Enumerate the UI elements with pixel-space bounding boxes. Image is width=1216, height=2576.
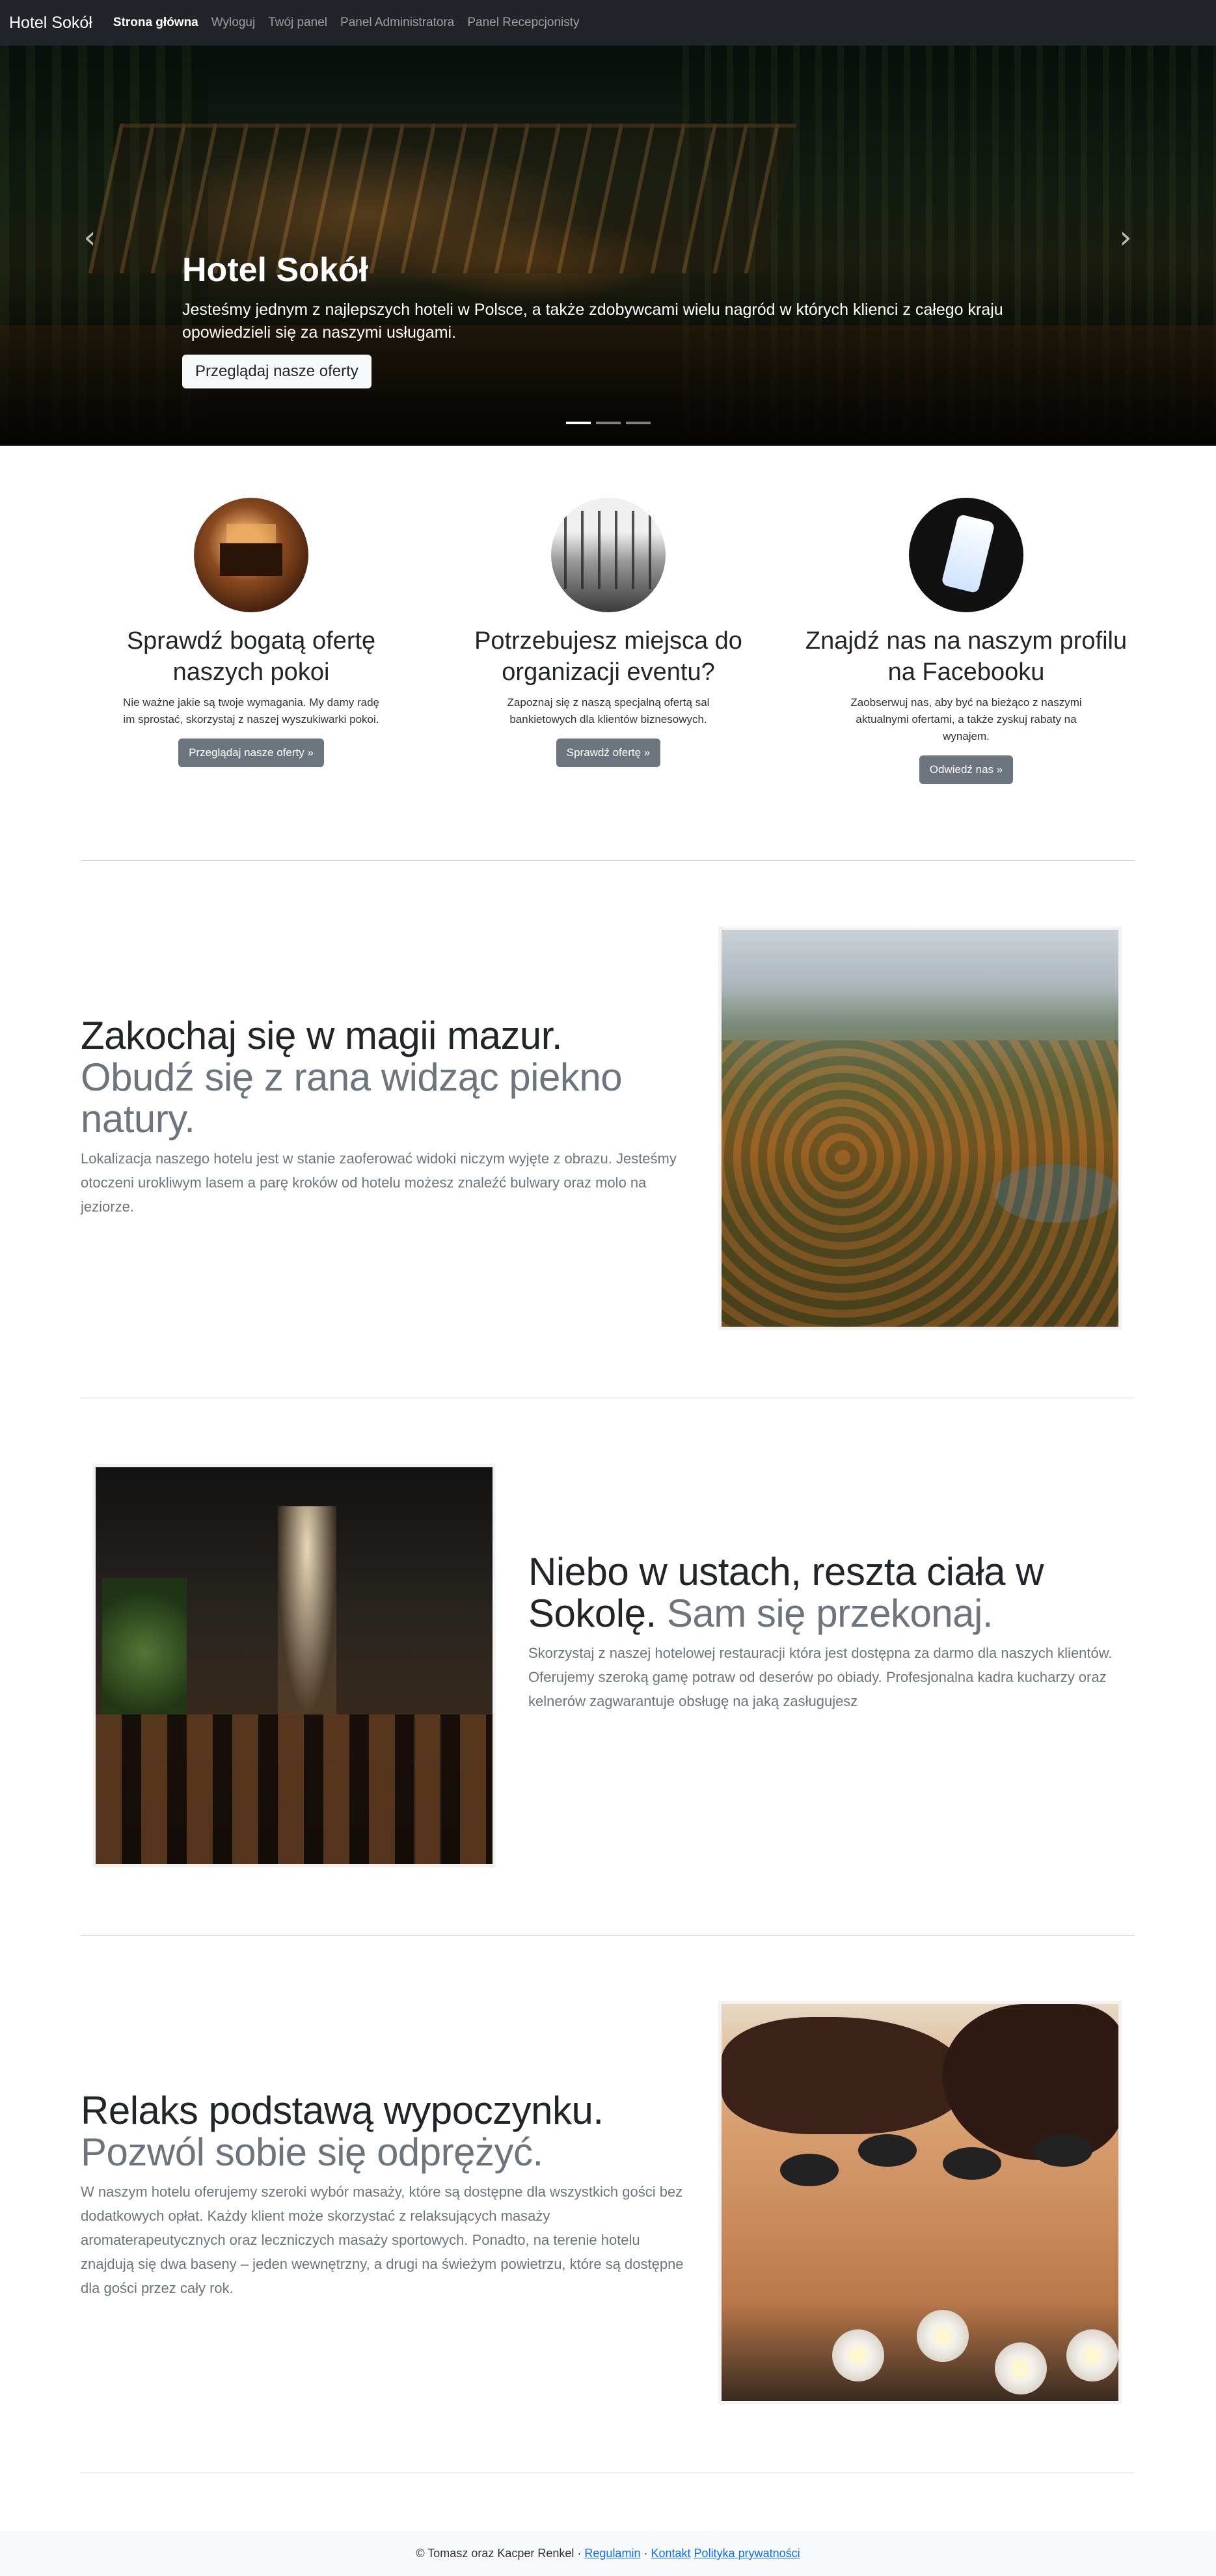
nav-link-receptionist-panel[interactable]: Panel Recepcjonisty [467,16,579,30]
banquet-hall-image [551,498,666,612]
feature-title: Znajdź nas na naszym profilu na Facebook… [805,627,1128,686]
nav-link-admin-panel[interactable]: Panel Administratora [340,16,454,30]
featurette-subheading: Sam się przekonaj. [666,1592,993,1635]
carousel-title: Hotel Sokół [182,251,369,289]
feature-text: Zapoznaj się z naszą specjalną ofertą sa… [507,696,710,725]
featurette-subheading: Obudź się z rana widząc piekno natury. [81,1055,623,1141]
feature-text: Nie ważne jakie są twoje wymagania. My d… [122,696,379,725]
feature-facebook: Znajdź nas na naszym profilu na Facebook… [797,498,1135,784]
featurette-restaurant: Niebo w ustach, reszta ciała w Sokolę. S… [528,1551,1140,1713]
featurette-heading: Relaks podstawą wypoczynku. Pozwól sobie… [81,2089,604,2174]
nav-link-home[interactable]: Strona główna [113,16,198,30]
forest-lake-image [718,927,1122,1330]
featurette-text: W naszym hotelu oferujemy szeroki wybór … [81,2184,684,2296]
carousel-indicator-3[interactable] [626,422,651,424]
featurette-heading: Niebo w ustach, reszta ciała w Sokolę. S… [528,1550,1044,1635]
featurette-nature: Zakochaj się w magii mazur. Obudź się z … [81,1015,679,1219]
carousel-indicator-2[interactable] [596,422,621,424]
carousel-next-icon[interactable]: › [1113,218,1139,257]
carousel-indicators [566,422,651,424]
facebook-phone-image [909,498,1023,612]
carousel-indicator-1[interactable] [566,422,591,424]
hero-carousel: ‹ › Hotel Sokół Jesteśmy jednym z najlep… [0,46,1216,446]
feature-events: Potrzebujesz miejsca do organizacji even… [439,498,777,767]
nav-link-logout[interactable]: Wyloguj [211,16,255,30]
divider [81,860,1135,861]
browse-offers-button[interactable]: Przeglądaj nasze oferty [182,355,372,388]
carousel-text: Jesteśmy jednym z najlepszych hoteli w P… [182,301,1003,342]
featurette-text: Skorzystaj z naszej hotelowej restauracj… [528,1645,1113,1709]
navbar-brand[interactable]: Hotel Sokół [9,14,92,33]
carousel-prev-icon[interactable]: ‹ [77,218,103,257]
footer-link-contact[interactable]: Kontakt [651,2547,690,2560]
visit-facebook-button[interactable]: Odwiedź nas » [919,755,1014,784]
browse-rooms-button[interactable]: Przeglądaj nasze oferty » [178,739,324,767]
carousel-caption: Hotel Sokół Jesteśmy jednym z najlepszyc… [182,251,1041,388]
navbar: Hotel Sokół Strona główna Wyloguj Twój p… [0,0,1216,46]
featurette-relax: Relaks podstawą wypoczynku. Pozwól sobie… [81,2090,686,2300]
featurette-text: Lokalizacja naszego hotelu jest w stanie… [81,1150,677,1215]
footer-separator: · [643,2547,648,2560]
restaurant-image [92,1464,496,1867]
stone-massage-image [718,2001,1122,2404]
featurette-subheading: Pozwól sobie się odprężyć. [81,2130,543,2174]
check-offer-button[interactable]: Sprawdź ofertę » [556,739,661,767]
footer-link-terms[interactable]: Regulamin [584,2547,640,2560]
feature-title: Sprawdź bogatą ofertę naszych pokoi [126,627,376,686]
feature-title: Potrzebujesz miejsca do organizacji even… [474,627,742,686]
footer-link-privacy[interactable]: Polityka prywatności [694,2547,800,2560]
feature-text: Zaobserwuj nas, aby być na bieżąco z nas… [850,696,1082,742]
feature-rooms: Sprawdź bogatą ofertę naszych pokoi Nie … [82,498,420,767]
nav-link-your-panel[interactable]: Twój panel [268,16,327,30]
footer: © Tomasz oraz Kacper Renkel · Regulamin … [0,2531,1216,2576]
hotel-room-image [194,498,308,612]
divider [81,1935,1135,1936]
footer-copyright: © Tomasz oraz Kacper Renkel · [416,2547,582,2560]
featurette-heading: Zakochaj się w magii mazur. Obudź się z … [81,1014,623,1141]
